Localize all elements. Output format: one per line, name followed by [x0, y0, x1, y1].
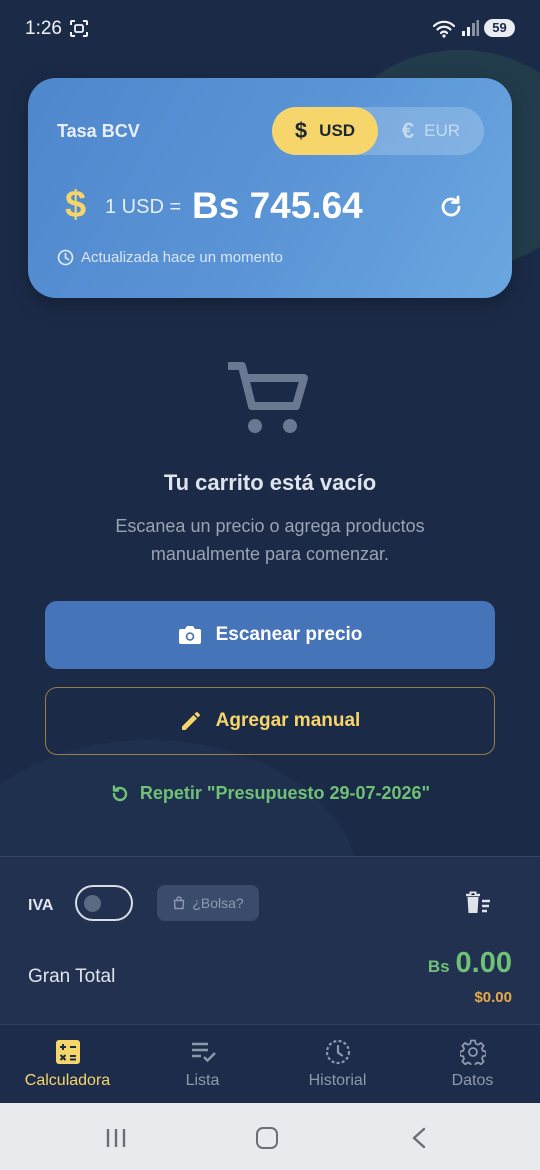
undo-icon	[112, 784, 128, 801]
dollar-sign-icon: $	[65, 184, 87, 226]
recent-apps-icon[interactable]	[105, 1128, 127, 1148]
iva-label: IVA	[28, 897, 54, 914]
currency-eur-button[interactable]: € EUR	[378, 107, 484, 155]
wifi-icon	[432, 20, 456, 38]
calculator-icon	[56, 1040, 80, 1064]
currency-eur-label: EUR	[424, 121, 461, 140]
bottom-navigation: Calculadora Lista Historial Datos	[0, 1024, 540, 1103]
nav-item-datos[interactable]: Datos	[405, 1025, 540, 1104]
scan-price-label: Escanear precio	[215, 624, 363, 645]
status-bar: 1:26 59	[0, 0, 540, 58]
checklist-icon	[192, 1042, 216, 1063]
empty-cart-description: Escanea un precio o agrega productos man…	[115, 516, 425, 564]
summary-panel: IVA ¿Bolsa? Gran Total Bs 0.00 $0.00	[0, 856, 540, 1024]
currency-usd-label: USD	[319, 121, 356, 140]
gear-icon	[460, 1039, 486, 1065]
rate-label: Tasa BCV	[57, 121, 140, 141]
clock-icon	[57, 249, 74, 266]
clear-cart-icon[interactable]	[465, 891, 491, 915]
nav-label-lista: Lista	[185, 1072, 220, 1089]
repeat-budget-label: Repetir "Presupuesto 29-07-2026"	[139, 783, 431, 803]
nav-label-historial: Historial	[308, 1072, 367, 1089]
scan-price-button[interactable]: Escanear precio	[45, 601, 495, 669]
bag-label: ¿Bolsa?	[192, 895, 244, 911]
nav-item-lista[interactable]: Lista	[135, 1025, 270, 1104]
nav-item-historial[interactable]: Historial	[270, 1025, 405, 1104]
exchange-rate-card: Tasa BCV $ USD € EUR $ 1 USD = Bs 745.64…	[28, 78, 512, 298]
rate-value: Bs 745.64	[192, 185, 363, 226]
app-screen: 1:26 59 Tasa BCV $ USD € EUR $ 1 USD = B…	[0, 0, 540, 1170]
add-manual-button[interactable]: Agregar manual	[45, 687, 495, 755]
add-manual-label: Agregar manual	[215, 710, 361, 731]
toggle-knob	[84, 895, 101, 912]
system-navigation-bar	[0, 1103, 540, 1170]
currency-toggle: $ USD € EUR	[272, 107, 484, 155]
nav-label-calculadora: Calculadora	[24, 1072, 111, 1089]
battery-indicator: 59	[484, 19, 515, 37]
home-button[interactable]	[256, 1127, 278, 1149]
screenshot-icon	[70, 20, 88, 37]
currency-usd-button[interactable]: $ USD	[272, 107, 378, 155]
euro-icon: €	[401, 118, 415, 143]
rate-prefix: 1 USD =	[105, 196, 182, 218]
grand-total-bs: Bs 0.00	[428, 947, 512, 980]
cart-icon	[228, 362, 308, 433]
grand-total-usd: $0.00	[474, 989, 512, 1006]
bag-icon	[174, 896, 185, 910]
nav-label-datos: Datos	[451, 1072, 494, 1089]
iva-toggle[interactable]	[75, 885, 133, 921]
refresh-icon[interactable]	[438, 194, 464, 220]
status-time: 1:26	[25, 18, 62, 39]
total-bs-currency: Bs	[427, 957, 450, 976]
dollar-icon: $	[294, 118, 308, 143]
signal-icon	[462, 20, 479, 36]
pencil-icon	[181, 712, 200, 730]
grand-total-label: Gran Total	[28, 966, 116, 987]
rate-updated-text: Actualizada hace un momento	[81, 249, 283, 266]
empty-cart-title: Tu carrito está vacío	[163, 470, 377, 495]
back-icon[interactable]	[409, 1127, 429, 1149]
camera-icon	[178, 626, 201, 644]
bag-chip[interactable]: ¿Bolsa?	[157, 885, 259, 921]
repeat-budget-link[interactable]: Repetir "Presupuesto 29-07-2026"	[0, 783, 540, 804]
nav-item-calculadora[interactable]: Calculadora	[0, 1025, 135, 1104]
total-bs-value: 0.00	[455, 947, 512, 979]
history-icon	[325, 1039, 351, 1065]
